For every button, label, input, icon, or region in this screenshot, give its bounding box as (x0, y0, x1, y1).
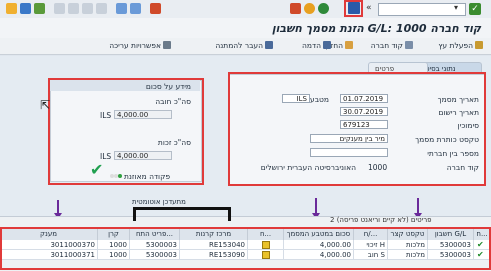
find-icon[interactable] (130, 3, 141, 14)
simulate-button[interactable]: הדמה (302, 41, 331, 50)
light-red-icon (110, 174, 114, 178)
company-code-label: קוד חברה (446, 163, 479, 172)
dropdown-arrow-icon[interactable]: ▾ (454, 3, 458, 12)
table-annotation-frame (0, 227, 491, 270)
page-title: הזנת מסמך חשבון G/L: קוד חברה 1000 (271, 22, 481, 35)
enter-button[interactable]: ✓ (469, 3, 481, 15)
layout-icon[interactable] (34, 3, 45, 14)
help-icon[interactable] (20, 3, 31, 14)
reference-label: סימוכין (457, 121, 479, 130)
total-debit-label: סה"כ חובה (155, 97, 191, 106)
expand-chevron-icon[interactable]: « (366, 3, 372, 13)
company-code-label: קוד חברה (370, 41, 403, 50)
balance-status-icon (110, 174, 122, 178)
company-code-value: 1000 (368, 163, 388, 172)
park-button[interactable]: העבר להמתנה (215, 41, 273, 50)
green-checkmark-icon: ✔ (90, 160, 104, 179)
page-next-icon[interactable] (68, 3, 79, 14)
cross-cc-field[interactable] (310, 148, 388, 157)
cross-cc-label: מספר בין חברתי (427, 149, 479, 158)
auto-update-label: מתעדכן אוטומטית (132, 198, 186, 206)
page-title-bar: הזנת מסמך חשבון G/L: קוד חברה 1000 (0, 18, 491, 38)
editing-options-button[interactable]: אפשרויות עריכה (109, 41, 171, 50)
page-up-icon[interactable] (96, 3, 107, 14)
calculator-icon (323, 41, 331, 49)
balanced-label: פקודה מאוזנת (124, 172, 171, 181)
reference-field[interactable]: 679123 (340, 120, 388, 129)
park-icon (265, 41, 273, 49)
items-status-text: 2 פריטים (לא קיים וריאנט פריסה) (330, 216, 432, 224)
tree-on-button[interactable]: הפעלת עץ (438, 41, 483, 50)
header-text-label: טקסט כותרת מסמך (415, 135, 479, 144)
auto-update-annotation-frame (133, 207, 231, 221)
page-prev-icon[interactable] (82, 3, 93, 14)
posting-date-field[interactable]: 30.07.2019 (340, 107, 388, 116)
print-icon[interactable] (150, 3, 161, 14)
company-code-button[interactable]: קוד חברה (371, 41, 413, 50)
arrow-line (417, 198, 419, 214)
building-icon (405, 41, 413, 49)
tree-icon (475, 41, 483, 49)
back-icon[interactable] (318, 3, 329, 14)
arrow-line (57, 200, 59, 214)
save-annotation-frame (344, 0, 363, 17)
light-green-icon (118, 174, 122, 178)
doc-date-label: תאריך מסמך (437, 95, 479, 104)
light-yellow-icon (114, 174, 118, 178)
editing-options-label: אפשרויות עריכה (109, 41, 161, 50)
gear-icon[interactable] (6, 3, 17, 14)
total-debit-currency: ILS (100, 111, 112, 120)
cancel-icon[interactable] (290, 3, 301, 14)
park-label: העבר להמתנה (215, 41, 263, 50)
hand-icon (345, 41, 353, 49)
page-down-icon[interactable] (54, 3, 65, 14)
total-debit-field: 4,000.00 (114, 110, 172, 119)
amount-annotation-frame (48, 78, 204, 185)
tree-on-label: הפעלת עץ (438, 41, 473, 50)
total-credit-label: סה"כ זכות (157, 138, 191, 147)
exit-icon[interactable] (304, 3, 315, 14)
currency-label: מטבע (310, 95, 329, 104)
application-toolbar: הפעלת עץ קוד חברה החזק הדמה העבר להמתנה … (0, 38, 491, 93)
posting-date-label: תאריך רישום (438, 108, 479, 117)
header-text-field[interactable]: מיר בין מענקים (310, 134, 388, 143)
doc-date-field[interactable]: 01.07.2019 (340, 94, 388, 103)
command-field[interactable] (378, 3, 466, 16)
find-next-icon[interactable] (116, 3, 127, 14)
currency-field[interactable]: ILS (282, 94, 310, 103)
simulate-label: הדמה (302, 41, 321, 50)
total-credit-field: 4,000.00 (114, 151, 172, 160)
system-toolbar: « ▾ ✓ (0, 0, 491, 19)
pencil-icon (163, 41, 171, 49)
arrow-line (315, 198, 317, 214)
mouse-pointer-icon: ⇱ (40, 98, 51, 112)
company-name: האוניברסיטה העברית ירושלים (260, 163, 356, 172)
